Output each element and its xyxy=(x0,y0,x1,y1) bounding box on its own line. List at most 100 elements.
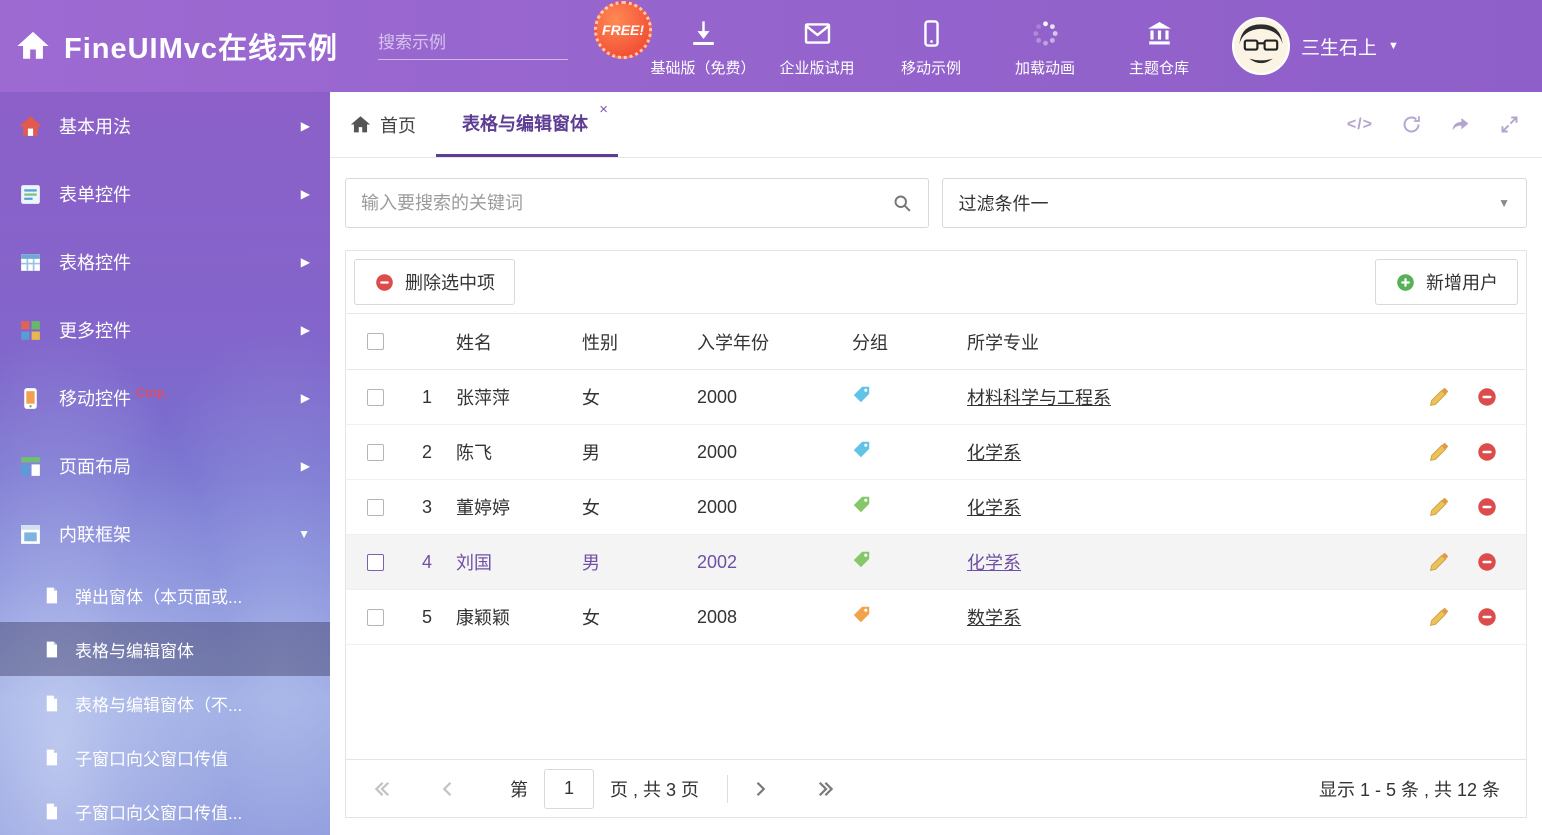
page-number-input[interactable] xyxy=(544,769,594,809)
source-code-icon[interactable]: </> xyxy=(1347,116,1373,134)
blocks-icon xyxy=(18,318,43,343)
sidebar-subitem-child-to-parent[interactable]: 子窗口向父窗口传值 xyxy=(0,730,330,784)
nav-label: 加载动画 xyxy=(1015,57,1075,78)
sidebar-item-grid-controls[interactable]: 表格控件 ▶ xyxy=(0,228,330,296)
grid-panel: 删除选中项 新增用户 姓名 性别 入学年份 分组 所学专业 1 xyxy=(345,250,1527,818)
mobile-icon xyxy=(917,19,946,48)
table-row[interactable]: 2 陈飞 男 2000 化学系 xyxy=(346,425,1526,480)
major-link[interactable]: 数学系 xyxy=(967,608,1021,628)
column-header-group[interactable]: 分组 xyxy=(846,329,961,355)
row-checkbox[interactable] xyxy=(367,499,384,516)
edit-icon[interactable] xyxy=(1428,386,1450,408)
row-checkbox[interactable] xyxy=(367,389,384,406)
last-page-button[interactable] xyxy=(816,779,836,799)
nav-item-enterprise-trial[interactable]: 企业版试用 xyxy=(760,15,874,78)
next-page-button[interactable] xyxy=(750,779,770,799)
row-index: 3 xyxy=(404,497,450,518)
brand[interactable]: FineUIMvc在线示例 xyxy=(0,25,338,67)
cell-year: 2008 xyxy=(691,607,846,628)
sidebar-item-form-controls[interactable]: 表单控件 ▶ xyxy=(0,160,330,228)
delete-icon[interactable] xyxy=(1476,606,1498,628)
table-header: 姓名 性别 入学年份 分组 所学专业 xyxy=(346,313,1526,370)
chevron-down-icon: ▼ xyxy=(298,527,310,541)
pager-divider xyxy=(727,775,728,803)
edit-icon[interactable] xyxy=(1428,441,1450,463)
table-row[interactable]: 3 董婷婷 女 2000 化学系 xyxy=(346,480,1526,535)
table-row-selected[interactable]: 4 刘国 男 2002 化学系 xyxy=(346,535,1526,590)
edit-icon[interactable] xyxy=(1428,496,1450,518)
group-tag-icon[interactable] xyxy=(852,605,871,624)
download-icon xyxy=(689,19,718,48)
delete-icon[interactable] xyxy=(1476,496,1498,518)
edit-icon[interactable] xyxy=(1428,606,1450,628)
close-icon[interactable]: × xyxy=(599,102,608,117)
app-window: FineUIMvc在线示例 FREE! 基础版（免费） 企业版试用 移动示例 xyxy=(0,0,1542,835)
nav-item-loading-animation[interactable]: 加载动画 xyxy=(988,15,1102,78)
nav-label: 基础版（免费） xyxy=(651,57,756,78)
sidebar-subitem-popup-window[interactable]: 弹出窗体（本页面或... xyxy=(0,568,330,622)
major-link[interactable]: 化学系 xyxy=(967,553,1021,573)
group-tag-icon[interactable] xyxy=(852,495,871,514)
column-header-year[interactable]: 入学年份 xyxy=(691,329,846,355)
column-header-name[interactable]: 姓名 xyxy=(450,329,576,355)
group-tag-icon[interactable] xyxy=(852,550,871,569)
nav-item-basic-free[interactable]: FREE! 基础版（免费） xyxy=(646,15,760,78)
cell-year: 2002 xyxy=(691,552,846,573)
sidebar-item-label: 表格控件 xyxy=(59,249,131,275)
tab-home[interactable]: 首页 xyxy=(330,92,436,157)
user-menu[interactable]: 三生石上 ▼ xyxy=(1232,17,1421,75)
chevron-right-icon: ▶ xyxy=(301,459,310,473)
layout-icon xyxy=(18,454,43,479)
sidebar: 基本用法 ▶ 表单控件 ▶ 表格控件 ▶ 更多控件 ▶ 移动控件 Corp. ▶… xyxy=(0,92,330,835)
minus-circle-icon xyxy=(374,272,395,293)
select-all-checkbox[interactable] xyxy=(367,333,384,350)
column-header-major[interactable]: 所学专业 xyxy=(961,329,1406,355)
grid-search-input[interactable] xyxy=(361,193,892,214)
sidebar-subitem-grid-edit-window-2[interactable]: 表格与编辑窗体（不... xyxy=(0,676,330,730)
tab-grid-edit-window[interactable]: 表格与编辑窗体 × xyxy=(436,92,618,157)
delete-selected-button[interactable]: 删除选中项 xyxy=(354,259,515,305)
cell-name: 陈飞 xyxy=(450,439,576,465)
delete-icon[interactable] xyxy=(1476,551,1498,573)
add-user-button[interactable]: 新增用户 xyxy=(1375,259,1518,305)
page-label-total: 页 , 共 3 页 xyxy=(610,776,699,802)
sidebar-item-basic-usage[interactable]: 基本用法 ▶ xyxy=(0,92,330,160)
expand-icon[interactable] xyxy=(1499,114,1520,135)
tab-toolbar: </> xyxy=(1347,92,1542,157)
group-tag-icon[interactable] xyxy=(852,440,871,459)
sidebar-item-mobile-controls[interactable]: 移动控件 Corp. ▶ xyxy=(0,364,330,432)
table-row[interactable]: 5 康颖颖 女 2008 数学系 xyxy=(346,590,1526,645)
sidebar-item-inline-frame[interactable]: 内联框架 ▼ xyxy=(0,500,330,568)
table-row[interactable]: 1 张萍萍 女 2000 材料科学与工程系 xyxy=(346,370,1526,425)
group-tag-icon[interactable] xyxy=(852,385,871,404)
sidebar-item-more-controls[interactable]: 更多控件 ▶ xyxy=(0,296,330,364)
column-header-gender[interactable]: 性别 xyxy=(576,329,691,355)
delete-icon[interactable] xyxy=(1476,386,1498,408)
row-checkbox[interactable] xyxy=(367,444,384,461)
search-icon[interactable] xyxy=(892,193,913,214)
form-icon xyxy=(18,182,43,207)
sidebar-subitem-child-to-parent-2[interactable]: 子窗口向父窗口传值... xyxy=(0,784,330,835)
delete-icon[interactable] xyxy=(1476,441,1498,463)
first-page-button[interactable] xyxy=(372,779,392,799)
major-link[interactable]: 化学系 xyxy=(967,498,1021,518)
row-index: 4 xyxy=(404,552,450,573)
record-summary: 显示 1 - 5 条 , 共 12 条 xyxy=(1319,776,1500,802)
row-checkbox[interactable] xyxy=(367,609,384,626)
chevron-right-icon: ▶ xyxy=(301,255,310,269)
sidebar-item-page-layout[interactable]: 页面布局 ▶ xyxy=(0,432,330,500)
sidebar-subitem-label: 表格与编辑窗体（不... xyxy=(75,691,242,716)
prev-page-button[interactable] xyxy=(438,779,458,799)
refresh-icon[interactable] xyxy=(1401,114,1422,135)
filter-dropdown[interactable]: 过滤条件一 ▼ xyxy=(942,178,1528,228)
edit-icon[interactable] xyxy=(1428,551,1450,573)
file-icon xyxy=(42,748,61,767)
nav-item-theme-repo[interactable]: 主题仓库 xyxy=(1102,15,1216,78)
sidebar-subitem-grid-edit-window[interactable]: 表格与编辑窗体 xyxy=(0,622,330,676)
share-icon[interactable] xyxy=(1450,114,1471,135)
header-search-input[interactable] xyxy=(378,33,599,53)
major-link[interactable]: 材料科学与工程系 xyxy=(967,388,1111,408)
major-link[interactable]: 化学系 xyxy=(967,443,1021,463)
nav-item-mobile-demo[interactable]: 移动示例 xyxy=(874,15,988,78)
row-checkbox[interactable] xyxy=(367,554,384,571)
